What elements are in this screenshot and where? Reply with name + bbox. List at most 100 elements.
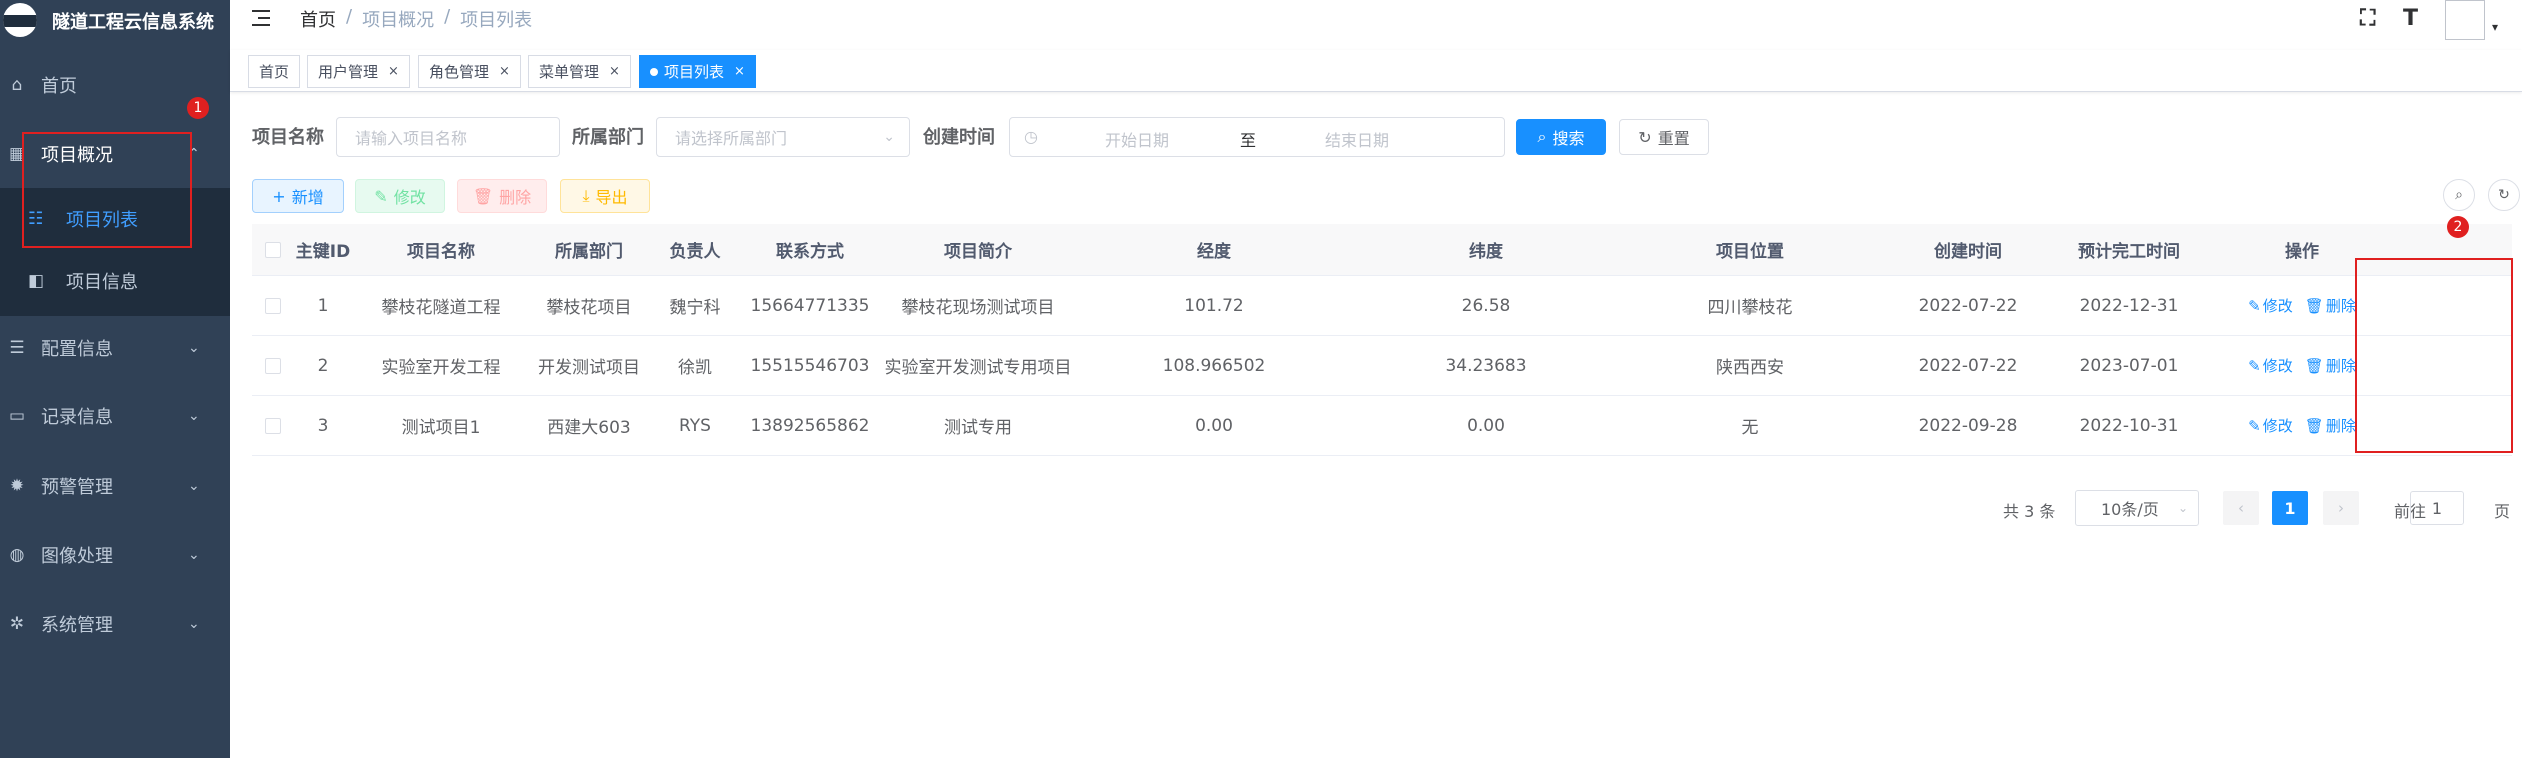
next-page-button[interactable]: › [2323, 491, 2359, 525]
tag-label: 角色管理 [429, 63, 490, 81]
goto-page-input[interactable]: 1 [2410, 491, 2464, 525]
tags-view: 首页 用户管理 × 角色管理 × 菜单管理 × 项目列表 × [230, 50, 2522, 92]
refresh-table-button[interactable]: ↻ [2488, 179, 2520, 211]
sidebar-item-image[interactable]: ◍ 图像处理 ⌄ [0, 527, 230, 583]
edit-button[interactable]: ✎ 修改 [355, 179, 445, 213]
breadcrumb-item-overview[interactable]: 项目概况 [362, 6, 434, 32]
close-icon[interactable]: × [734, 64, 745, 79]
breadcrumb-item-list: 项目列表 [460, 10, 533, 31]
row-delete-label: 删除 [2325, 357, 2356, 375]
row-select[interactable] [252, 396, 294, 455]
dashboard-icon: ⌂ [11, 75, 23, 95]
sidebar-item-config[interactable]: ☰ 配置信息 ⌄ [0, 320, 230, 376]
logo-row[interactable]: 隧道工程云信息系统 [0, 0, 230, 40]
cell-location: 无 [1741, 418, 1759, 438]
row-delete-link[interactable]: 🗑 删除 [2305, 415, 2356, 436]
sidebar-item-label: 记录信息 [41, 407, 113, 428]
fullscreen-icon[interactable]: ⛶ [2360, 6, 2375, 31]
tag-menu-management[interactable]: 菜单管理 × [528, 55, 631, 88]
project-name-input[interactable]: 请输入项目名称 [336, 117, 560, 157]
column-header: 项目名称 [407, 242, 475, 262]
row-edit-link[interactable]: ✎ 修改 [2248, 355, 2293, 376]
search-button[interactable]: ⌕ 搜索 [1516, 119, 1606, 155]
toggle-search-button[interactable]: ⌕ [2443, 179, 2475, 211]
page-size-select[interactable]: 10条/页 ⌄ [2075, 490, 2199, 526]
prev-page-button[interactable]: ‹ [2223, 491, 2259, 525]
checkbox[interactable] [265, 241, 281, 258]
cell-phone: 15515546703 [750, 355, 870, 376]
chevron-down-icon: ⌄ [188, 478, 200, 494]
checkbox[interactable] [265, 357, 281, 374]
cell-location: 陕西西安 [1716, 358, 1784, 378]
checkbox[interactable] [265, 417, 281, 434]
tag-home[interactable]: 首页 [248, 55, 301, 88]
row-select[interactable] [252, 336, 294, 395]
cell-created: 2022-07-22 [1918, 355, 2018, 376]
sliders-icon: ☰ [9, 338, 25, 358]
avatar[interactable] [2445, 0, 2485, 40]
department-select[interactable]: 请选择所属部门 ⌄ [656, 117, 910, 157]
tag-user-management[interactable]: 用户管理 × [307, 55, 410, 88]
column-header: 纬度 [1469, 242, 1503, 262]
active-dot-icon [650, 67, 658, 76]
delete-button-label: 删除 [499, 188, 532, 207]
edit-icon: ✎ [374, 186, 388, 206]
tag-role-management[interactable]: 角色管理 × [418, 55, 521, 88]
cell-lat: 26.58 [1461, 295, 1511, 316]
download-icon: ⤓ [582, 186, 590, 205]
add-button[interactable]: + 新增 [252, 179, 344, 213]
row-delete-link[interactable]: 🗑 删除 [2305, 295, 2356, 316]
column-header: 负责人 [669, 242, 721, 262]
cell-lat: 0.00 [1467, 415, 1505, 436]
row-delete-link[interactable]: 🗑 删除 [2305, 355, 2356, 376]
tag-project-list[interactable]: 项目列表 × [639, 55, 756, 88]
font-size-icon[interactable]: T [2403, 6, 2418, 31]
export-button[interactable]: ⤓ 导出 [560, 179, 650, 213]
book-icon: ◧ [28, 271, 45, 291]
app-title: 隧道工程云信息系统 [52, 12, 214, 33]
cell-finish: 2023-07-01 [2079, 355, 2179, 376]
delete-button[interactable]: 🗑 删除 [457, 179, 547, 213]
checkbox[interactable] [265, 297, 281, 314]
table-row: 3 测试项目1 西建大603 RYS 13892565862 测试专用 0.00… [252, 396, 2512, 456]
breadcrumb-separator: / [444, 6, 451, 27]
globe-icon: ◍ [9, 545, 25, 565]
hamburger-icon[interactable] [250, 6, 274, 30]
row-select[interactable] [252, 276, 294, 335]
header-select-all[interactable] [252, 224, 294, 275]
start-date-placeholder[interactable]: 开始日期 [1105, 127, 1169, 151]
row-edit-link[interactable]: ✎ 修改 [2248, 415, 2293, 436]
sidebar-item-records[interactable]: ▭ 记录信息 ⌄ [0, 388, 230, 444]
close-icon[interactable]: × [388, 64, 399, 79]
sidebar-item-label: 系统管理 [41, 615, 113, 636]
sidebar-item-project-info[interactable]: ◧ 项目信息 [0, 253, 230, 309]
edit-button-label: 修改 [393, 188, 426, 207]
breadcrumb-item-home[interactable]: 首页 [300, 6, 336, 32]
end-date-placeholder[interactable]: 结束日期 [1325, 127, 1389, 151]
project-name-label: 项目名称 [252, 127, 324, 148]
sidebar-item-system[interactable]: ✲ 系统管理 ⌄ [0, 596, 230, 652]
caret-down-icon[interactable]: ▾ [2492, 20, 2498, 34]
close-icon[interactable]: × [609, 64, 620, 79]
row-edit-link[interactable]: ✎ 修改 [2248, 295, 2293, 316]
reset-button[interactable]: ↻ 重置 [1619, 119, 1709, 155]
search-icon: ⌕ [2455, 187, 2463, 203]
cell-owner: 徐凯 [678, 358, 712, 378]
cell-dept: 开发测试项目 [538, 358, 640, 378]
page-number-current[interactable]: 1 [2272, 491, 2308, 525]
sidebar-item-warning[interactable]: ✹ 预警管理 ⌄ [0, 458, 230, 514]
cell-name: 实验室开发工程 [381, 358, 501, 378]
cell-owner: RYS [679, 415, 711, 436]
goto-suffix: 页 [2494, 502, 2511, 521]
add-button-label: 新增 [291, 188, 324, 207]
cell-intro: 实验室开发测试专用项目 [884, 358, 1072, 378]
cell-id: 2 [317, 355, 329, 376]
date-range-picker[interactable]: ◷ 开始日期 至 结束日期 [1009, 117, 1505, 157]
department-label: 所属部门 [572, 127, 644, 148]
column-header: 预计完工时间 [2078, 242, 2180, 262]
refresh-icon: ↻ [2498, 187, 2510, 203]
cell-id: 1 [317, 295, 329, 316]
close-icon[interactable]: × [499, 64, 510, 79]
cell-lng: 0.00 [1195, 415, 1233, 436]
chevron-down-icon: ⌄ [188, 547, 200, 563]
